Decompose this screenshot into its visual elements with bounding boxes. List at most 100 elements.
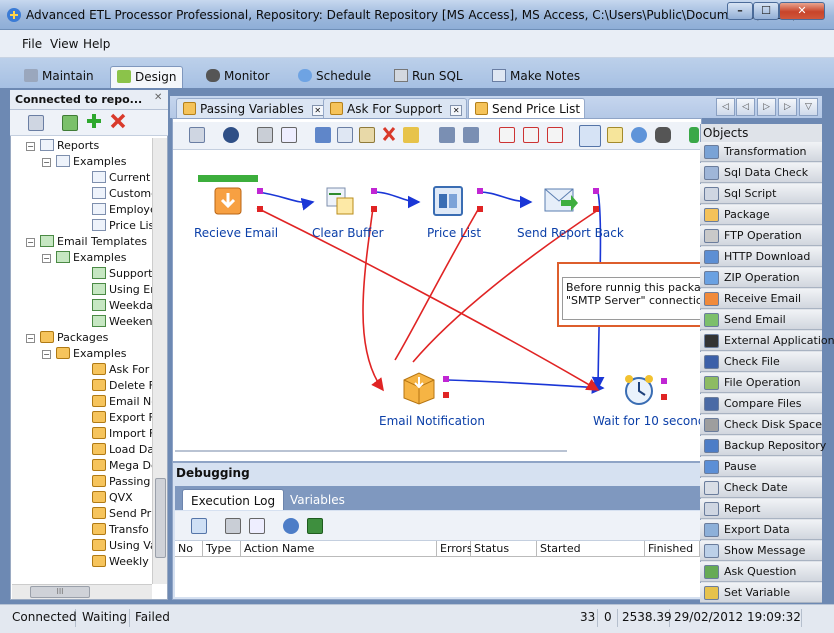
menu-view[interactable]: View: [50, 37, 78, 51]
print-icon[interactable]: [257, 127, 273, 143]
port-marker[interactable]: [477, 206, 483, 212]
column-action-name[interactable]: Action Name: [241, 541, 437, 557]
refresh-icon[interactable]: [62, 115, 78, 131]
delete-icon[interactable]: [381, 125, 397, 141]
tree-item[interactable]: Weekly: [92, 555, 149, 571]
tree-item[interactable]: Email No: [92, 395, 152, 411]
connector-notification-to-wait[interactable]: [447, 379, 605, 394]
email-notification-node-icon[interactable]: [401, 370, 435, 405]
tab-maintain[interactable]: Maintain: [18, 66, 100, 88]
object-sql-data-check[interactable]: Sql Data Check: [700, 163, 822, 183]
tree-item[interactable]: Price Lis: [92, 219, 152, 235]
tree-item[interactable]: − Examples: [42, 155, 126, 171]
tree-expand-icon[interactable]: −: [26, 238, 35, 247]
tree-expand-icon[interactable]: −: [42, 254, 51, 263]
port-marker[interactable]: [593, 206, 599, 212]
print-preview-icon[interactable]: [281, 127, 297, 143]
tree-item[interactable]: Support: [92, 267, 152, 283]
price-list-node-icon[interactable]: [431, 184, 465, 216]
menu-file[interactable]: File: [22, 37, 42, 51]
tree-expand-icon[interactable]: −: [26, 334, 35, 343]
close-button[interactable]: ✕: [779, 2, 825, 20]
message-icon[interactable]: [191, 518, 207, 534]
tree-item[interactable]: Current: [92, 171, 150, 187]
calendar-icon[interactable]: [499, 127, 515, 143]
tree-horizontal-scrollbar[interactable]: III: [12, 584, 152, 599]
run-package-icon[interactable]: [579, 125, 601, 147]
tab-execution-log[interactable]: Execution Log: [182, 489, 285, 510]
add-icon[interactable]: [86, 113, 102, 129]
port-marker[interactable]: [593, 188, 599, 194]
tree-item[interactable]: Using Va: [92, 539, 152, 555]
object-check-file[interactable]: Check File: [700, 352, 822, 372]
tree-item[interactable]: Using En: [92, 283, 152, 299]
object-backup-repository[interactable]: Backup Repository: [700, 436, 826, 456]
object-check-date[interactable]: Check Date: [700, 478, 822, 498]
cut-icon[interactable]: [315, 127, 331, 143]
calendar-edit-icon[interactable]: [523, 127, 539, 143]
paste-icon[interactable]: [359, 127, 375, 143]
object-sql-script[interactable]: Sql Script: [700, 184, 822, 204]
port-marker[interactable]: [477, 188, 483, 194]
object-external-application[interactable]: External Application: [700, 331, 834, 351]
object-check-disk-space[interactable]: Check Disk Space: [700, 415, 822, 435]
receive-email-node-icon[interactable]: [211, 186, 245, 218]
nav-prev-button[interactable]: ◁: [736, 98, 755, 116]
brush-icon[interactable]: [403, 127, 419, 143]
object-zip-operation[interactable]: ZIP Operation: [700, 268, 822, 288]
tab-monitor[interactable]: Monitor: [200, 66, 276, 88]
tree-item[interactable]: Ask For: [92, 363, 149, 379]
tree-item[interactable]: − Reports: [26, 139, 99, 155]
print-icon[interactable]: [225, 518, 241, 534]
nav-list-button[interactable]: ▽: [799, 98, 818, 116]
align-horizontal-icon[interactable]: [439, 127, 455, 143]
maximize-button[interactable]: ☐: [753, 2, 779, 20]
tree-item[interactable]: Load Da: [92, 443, 152, 459]
tree-item[interactable]: Export F: [92, 411, 152, 427]
tree-item[interactable]: Transfo: [92, 523, 149, 539]
column-status[interactable]: Status: [471, 541, 537, 557]
monitor-icon[interactable]: [655, 127, 671, 143]
tree-item[interactable]: Send Pr: [92, 507, 151, 523]
object-compare-files[interactable]: Compare Files: [700, 394, 822, 414]
object-export-data[interactable]: Export Data: [700, 520, 822, 540]
tree-item[interactable]: Custome: [92, 187, 152, 203]
nav-next-button[interactable]: ▷: [757, 98, 776, 116]
connector-clear-to-pricelist[interactable]: [372, 191, 421, 209]
tree-item[interactable]: − Examples: [42, 251, 126, 267]
menu-help[interactable]: Help: [83, 37, 110, 51]
object-ftp-operation[interactable]: FTP Operation: [700, 226, 822, 246]
print-preview-icon[interactable]: [249, 518, 265, 534]
tree-item[interactable]: Mega De: [92, 459, 152, 475]
tree-item[interactable]: Employe: [92, 203, 152, 219]
object-ask-question[interactable]: Ask Question: [700, 562, 822, 582]
tree-expand-icon[interactable]: −: [42, 158, 51, 167]
tree-expand-icon[interactable]: −: [42, 350, 51, 359]
minimize-button[interactable]: –: [727, 2, 753, 20]
tab-variables[interactable]: Variables: [282, 489, 353, 510]
object-pause[interactable]: Pause: [700, 457, 822, 477]
tree-item[interactable]: − Examples: [42, 347, 126, 363]
object-file-operation[interactable]: File Operation: [700, 373, 822, 393]
object-transformation[interactable]: Transformation: [700, 142, 822, 162]
calendar-run-icon[interactable]: [547, 127, 563, 143]
object-set-variable[interactable]: Set Variable: [700, 583, 822, 603]
object-report[interactable]: Report: [700, 499, 822, 519]
column-finished[interactable]: Finished: [645, 541, 700, 557]
exit-icon[interactable]: [689, 127, 699, 143]
nav-last-button[interactable]: ▷: [778, 98, 797, 116]
timer-icon[interactable]: [631, 127, 647, 143]
tree-vertical-scrollbar[interactable]: [152, 138, 167, 584]
export-icon[interactable]: [283, 518, 299, 534]
panel-close-icon[interactable]: ✕: [154, 92, 162, 103]
properties-icon[interactable]: [28, 115, 44, 131]
port-marker[interactable]: [371, 206, 377, 212]
object-http-download[interactable]: HTTP Download: [700, 247, 822, 267]
doctab-passing-variables[interactable]: Passing Variables ✕: [176, 98, 329, 118]
excel-icon[interactable]: [307, 518, 323, 534]
save-icon[interactable]: [223, 127, 239, 143]
tree-item[interactable]: − Packages: [26, 331, 108, 347]
port-marker[interactable]: [661, 378, 667, 384]
properties-icon[interactable]: [189, 127, 205, 143]
doctab-ask-for-support[interactable]: Ask For Support ✕: [323, 98, 468, 118]
